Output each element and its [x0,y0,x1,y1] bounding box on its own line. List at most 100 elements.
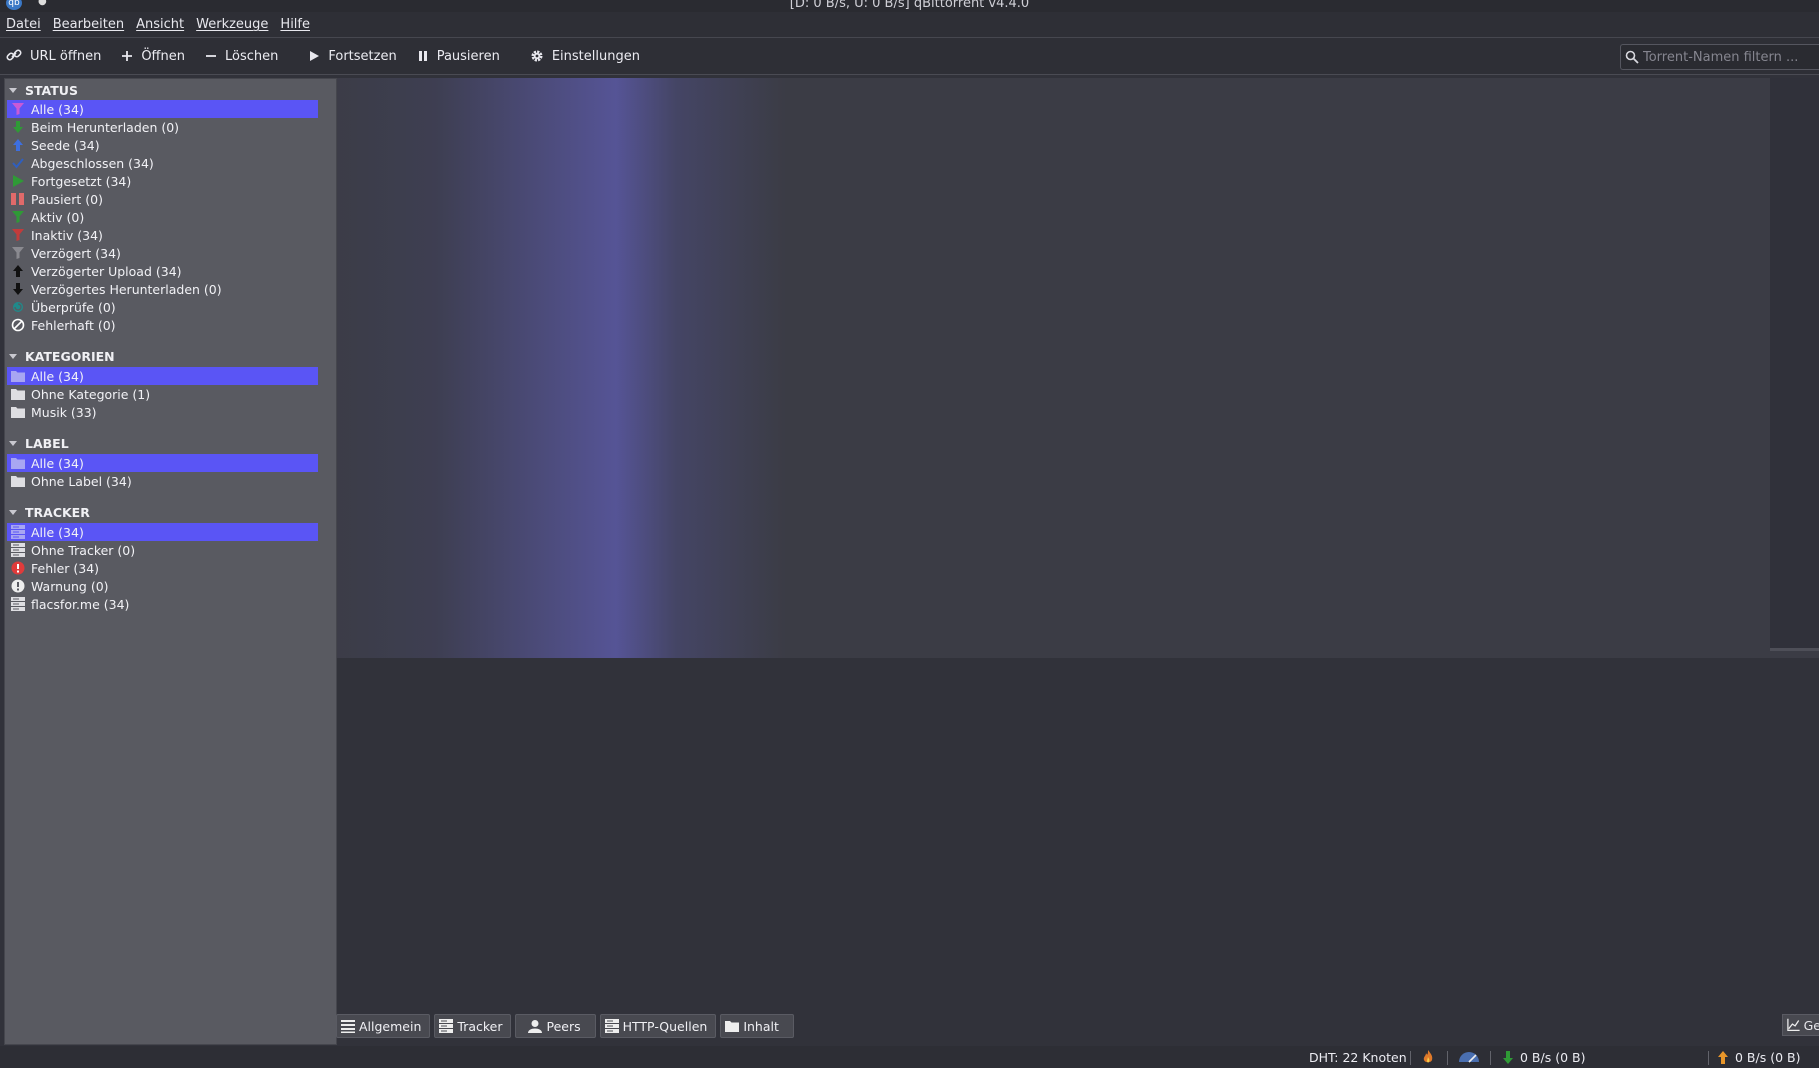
upload-icon [11,138,25,152]
open-url-button[interactable]: URL öffnen [0,41,111,71]
status-item-label: Alle (34) [31,101,84,117]
labels-section-header[interactable]: LABEL [9,434,69,452]
window-title: [D: 0 B/s, U: 0 B/s] qBittorrent v4.4.0 [789,0,1030,11]
connection-status[interactable] [1422,1046,1434,1068]
category-item-uncategorized[interactable]: Ohne Kategorie (1) [7,385,318,403]
pause-icon [418,51,427,61]
trackers-section-header[interactable]: TRACKER [9,503,90,521]
folder-icon [11,405,25,419]
status-item-stalled[interactable]: Verzögert (34) [7,244,318,262]
tab-peers-label: Peers [546,1018,581,1034]
status-item-checking[interactable]: Überprüfe (0) [7,298,318,316]
tracker-item-alle[interactable]: Alle (34) [7,523,318,541]
status-item-alle[interactable]: Alle (34) [7,100,318,118]
properties-panel [336,658,1819,1010]
status-item-errored[interactable]: Fehlerhaft (0) [7,316,318,334]
tracker-item-flacsfor[interactable]: flacsfor.me (34) [7,595,318,613]
tab-peers[interactable]: Peers [515,1014,596,1038]
open-url-label: URL öffnen [30,48,102,64]
torrent-filter-input[interactable] [1639,48,1815,66]
label-item-alle[interactable]: Alle (34) [7,454,318,472]
status-item-label: Überprüfe (0) [31,299,116,315]
menu-werkzeuge[interactable]: Werkzeuge [190,17,274,32]
pause-label: Pausieren [436,48,500,64]
delete-label: Löschen [224,48,279,64]
labels-header-label: LABEL [25,435,69,451]
tracker-item-label: flacsfor.me (34) [31,596,130,612]
download-speed-status[interactable]: 0 B/s (0 B) [1502,1046,1585,1068]
status-item-stalled-download[interactable]: Verzögertes Herunterladen (0) [7,280,318,298]
resume-button[interactable]: Fortsetzen [288,41,406,71]
menu-ansicht[interactable]: Ansicht [130,17,190,32]
server-icon [439,1019,454,1033]
status-item-resumed[interactable]: Fortgesetzt (34) [7,172,318,190]
speedometer-icon [1459,1052,1479,1063]
menu-bearbeiten[interactable]: Bearbeiten [47,17,130,32]
status-item-completed[interactable]: Abgeschlossen (34) [7,154,318,172]
chevron-down-icon [9,440,17,446]
trackers-header-label: TRACKER [25,504,90,520]
plus-icon [122,51,133,61]
status-item-stalled-upload[interactable]: Verzögerter Upload (34) [7,262,318,280]
tab-http-sources[interactable]: HTTP-Quellen [599,1014,717,1038]
minus-icon [205,55,216,57]
tab-trackers-label: Tracker [457,1018,503,1034]
user-icon [528,1020,543,1033]
status-header-label: STATUS [25,82,78,98]
status-item-active[interactable]: Aktiv (0) [7,208,318,226]
refresh-icon [11,300,25,314]
status-item-seeding[interactable]: Seede (34) [7,136,318,154]
category-item-label: Musik (33) [31,404,97,420]
folder-icon [11,456,25,470]
warning-icon [11,579,25,593]
open-button[interactable]: Öffnen [111,41,195,71]
filter-sidebar: STATUS Alle (34) Beim Herunterladen (0) … [4,78,337,1045]
delete-button[interactable]: Löschen [195,41,288,71]
status-item-downloading[interactable]: Beim Herunterladen (0) [7,118,318,136]
tab-speed-graph-label: Ge [1803,1017,1819,1033]
tab-content[interactable]: Inhalt [720,1014,794,1038]
divider [1490,1051,1491,1065]
status-item-label: Seede (34) [31,137,100,153]
server-icon [11,543,25,557]
filter-icon [11,246,25,260]
status-item-label: Verzögert (34) [31,245,121,261]
menu-datei[interactable]: Datei [0,17,47,32]
chevron-down-icon [9,509,17,515]
label-item-label: Ohne Label (34) [31,473,132,489]
toolbar: URL öffnen Öffnen Löschen Fortsetzen Pau… [0,38,1819,75]
tab-general[interactable]: Allgemein [336,1014,431,1038]
speed-limit-toggle[interactable] [1458,1046,1480,1068]
upload-speed-label: 0 B/s (0 B) [1735,1049,1801,1065]
pause-button[interactable]: Pausieren [407,41,510,71]
play-icon [310,51,320,61]
chevron-down-icon [9,87,17,93]
error-icon [11,318,25,332]
tracker-item-label: Fehler (34) [31,560,100,576]
categories-section-header[interactable]: KATEGORIEN [9,347,115,365]
flame-icon [1423,1050,1433,1063]
label-item-untagged[interactable]: Ohne Label (34) [7,472,318,490]
folder-icon [11,387,25,401]
status-item-inactive[interactable]: Inaktiv (34) [7,226,318,244]
search-icon [1625,50,1639,64]
menu-hilfe[interactable]: Hilfe [274,17,316,32]
tracker-item-error[interactable]: Fehler (34) [7,559,318,577]
tab-speed-graph[interactable]: Ge [1782,1014,1819,1036]
status-section-header[interactable]: STATUS [9,81,78,99]
chevron-down-icon [9,353,17,359]
settings-button[interactable]: Einstellungen [510,41,650,71]
gear-icon [531,50,543,62]
tab-trackers[interactable]: Tracker [434,1014,512,1038]
tracker-item-warning[interactable]: Warnung (0) [7,577,318,595]
divider [1708,1051,1709,1065]
tracker-item-trackerless[interactable]: Ohne Tracker (0) [7,541,318,559]
category-item-alle[interactable]: Alle (34) [7,367,318,385]
filter-icon [11,228,25,242]
status-item-label: Fehlerhaft (0) [31,317,116,333]
upload-speed-status[interactable]: 0 B/s (0 B) [1717,1046,1800,1068]
category-item-musik[interactable]: Musik (33) [7,403,318,421]
search-box[interactable] [1620,44,1819,70]
tab-http-sources-label: HTTP-Quellen [622,1018,708,1034]
status-item-paused[interactable]: Pausiert (0) [7,190,318,208]
